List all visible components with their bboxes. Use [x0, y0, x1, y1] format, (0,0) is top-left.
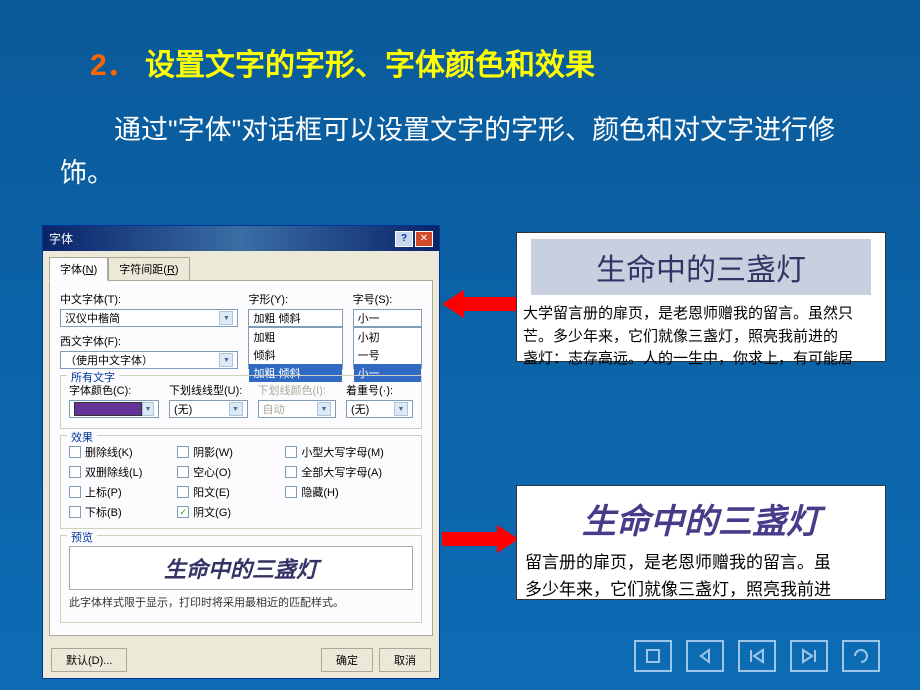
checkbox-engrave[interactable]: ✓阴文(G) [177, 504, 275, 520]
checkbox-smallcaps[interactable]: 小型大写字母(M) [285, 444, 413, 460]
list-item[interactable]: 一号 [354, 346, 421, 364]
color-swatch [74, 402, 142, 416]
label-emphasis: 着重号(·): [346, 382, 413, 398]
dialog-body: 中文字体(T): 汉仪中楷简 ▼ 西文字体(F): （使用中文字体） ▼ 字形(… [49, 280, 433, 636]
slide-title: 2． 设置文字的字形、字体颜色和效果 [0, 0, 920, 84]
help-button[interactable]: ? [395, 231, 413, 247]
preview-text: 生命中的三盏灯 [164, 552, 318, 584]
ok-button[interactable]: 确定 [321, 648, 373, 672]
dialog-footer: 默认(D)... 确定 取消 [43, 642, 439, 678]
underline-color-combo: 自动 ▼ [258, 400, 337, 418]
nav-first[interactable] [738, 640, 776, 672]
chevron-down-icon: ▼ [219, 353, 233, 367]
list-item[interactable]: 加粗 [249, 328, 341, 346]
emphasis-combo[interactable]: (无) ▼ [346, 400, 413, 418]
close-button[interactable]: ✕ [415, 231, 433, 247]
underline-combo[interactable]: (无) ▼ [169, 400, 248, 418]
sample-title: 生命中的三盏灯 [517, 486, 885, 547]
label-underline: 下划线线型(U): [169, 382, 248, 398]
label-style: 字形(Y): [248, 291, 342, 307]
sample-before: 生命中的三盏灯 大学留言册的扉页，是老恩师赠我的留言。虽然只 芒。多少年来，它们… [516, 232, 886, 362]
fieldset-title: 所有文字 [67, 369, 119, 385]
nav-buttons [634, 640, 880, 672]
arrow-right-icon [442, 525, 519, 553]
font-dialog: 字体 ? ✕ 字体(N) 字符间距(R) 中文字体(T): 汉仪中楷简 ▼ 西文… [42, 225, 440, 679]
checkbox-strike[interactable]: 删除线(K) [69, 444, 167, 460]
default-button[interactable]: 默认(D)... [51, 648, 127, 672]
nav-prev[interactable] [686, 640, 724, 672]
nav-return[interactable] [842, 640, 880, 672]
fieldset-title: 预览 [67, 529, 97, 545]
cancel-button[interactable]: 取消 [379, 648, 431, 672]
font-color-combo[interactable]: ▼ [69, 400, 159, 418]
slide-number: 2． [90, 49, 137, 82]
size-input[interactable]: 小一 [353, 309, 422, 327]
checkbox-outline[interactable]: 空心(O) [177, 464, 275, 480]
checkbox-sub[interactable]: 下标(B) [69, 504, 167, 520]
chevron-down-icon: ▼ [394, 402, 408, 416]
preview-note: 此字体样式限于显示，打印时将采用最相近的匹配样式。 [69, 594, 413, 610]
preview-box: 生命中的三盏灯 [69, 546, 413, 590]
fieldset-effects: 效果 删除线(K) 阴影(W) 小型大写字母(M) 双删除线(L) 空心(O) … [60, 435, 422, 529]
slide-body: 通过"字体"对话框可以设置文字的字形、颜色和对文字进行修饰。 [0, 84, 920, 195]
list-item[interactable]: 小初 [354, 328, 421, 346]
nav-stop[interactable] [634, 640, 672, 672]
label-western-font: 西文字体(F): [60, 333, 238, 349]
tab-font[interactable]: 字体(N) [49, 257, 108, 281]
sample-body: 留言册的扉页，是老恩师赠我的留言。虽 多少年来，它们就像三盏灯，照亮我前进 [517, 547, 885, 605]
fieldset-all-text: 所有文字 字体颜色(C): ▼ 下划线线型(U): (无) ▼ [60, 375, 422, 429]
chevron-down-icon: ▼ [142, 402, 154, 416]
checkbox-emboss[interactable]: 阳文(E) [177, 484, 275, 500]
western-font-combo[interactable]: （使用中文字体） ▼ [60, 351, 238, 369]
chevron-down-icon: ▼ [229, 402, 243, 416]
style-input[interactable]: 加粗 倾斜 [248, 309, 342, 327]
label-size: 字号(S): [353, 291, 422, 307]
slide-title-text: 设置文字的字形、字体颜色和效果 [145, 49, 595, 82]
dialog-title: 字体 [49, 230, 73, 247]
slide-body-text: 通过"字体"对话框可以设置文字的字形、颜色和对文字进行修饰。 [60, 109, 860, 195]
fieldset-title: 效果 [67, 429, 97, 445]
nav-last[interactable] [790, 640, 828, 672]
chevron-down-icon: ▼ [317, 402, 331, 416]
checkbox-hidden[interactable]: 隐藏(H) [285, 484, 413, 500]
tab-strip: 字体(N) 字符间距(R) [43, 251, 439, 280]
sample-body: 大学留言册的扉页，是老恩师赠我的留言。虽然只 芒。多少年来，它们就像三盏灯，照亮… [517, 301, 885, 373]
size-listbox[interactable]: 小初 一号 小一 [353, 327, 422, 369]
titlebar: 字体 ? ✕ [43, 226, 439, 251]
style-listbox[interactable]: 加粗 倾斜 加粗 倾斜 [248, 327, 342, 369]
arrow-left-icon [442, 290, 519, 318]
list-item[interactable]: 倾斜 [249, 346, 341, 364]
tab-spacing[interactable]: 字符间距(R) [108, 257, 189, 280]
checkbox-shadow[interactable]: 阴影(W) [177, 444, 275, 460]
sample-after: 生命中的三盏灯 留言册的扉页，是老恩师赠我的留言。虽 多少年来，它们就像三盏灯，… [516, 485, 886, 600]
label-chinese-font: 中文字体(T): [60, 291, 238, 307]
chevron-down-icon: ▼ [219, 311, 233, 325]
checkbox-dstrike[interactable]: 双删除线(L) [69, 464, 167, 480]
checkbox-super[interactable]: 上标(P) [69, 484, 167, 500]
chinese-font-combo[interactable]: 汉仪中楷简 ▼ [60, 309, 238, 327]
label-underline-color: 下划线颜色(I): [258, 382, 337, 398]
sample-title: 生命中的三盏灯 [531, 239, 871, 295]
fieldset-preview: 预览 生命中的三盏灯 此字体样式限于显示，打印时将采用最相近的匹配样式。 [60, 535, 422, 623]
checkbox-allcaps[interactable]: 全部大写字母(A) [285, 464, 413, 480]
